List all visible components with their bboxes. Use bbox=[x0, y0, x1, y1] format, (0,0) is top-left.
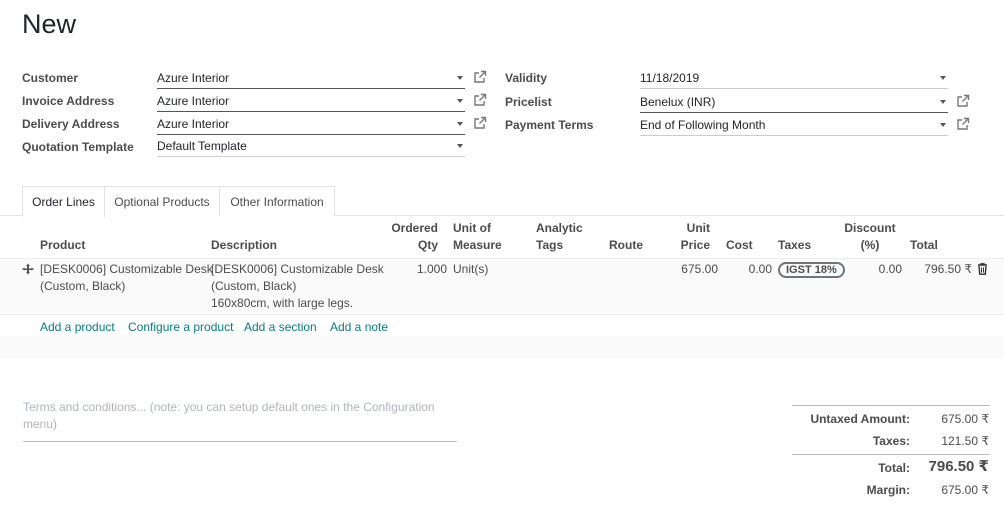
total-label: Total: bbox=[878, 461, 910, 475]
delivery-address-label: Delivery Address bbox=[22, 117, 120, 131]
row-product[interactable]: [DESK0006] Customizable Desk (Custom, Bl… bbox=[40, 261, 213, 295]
col-product[interactable]: Product bbox=[40, 237, 85, 254]
payment-terms-field[interactable]: End of Following Month bbox=[640, 116, 948, 136]
row-description[interactable]: [DESK0006] Customizable Desk (Custom, Bl… bbox=[211, 261, 384, 312]
chevron-down-icon[interactable] bbox=[457, 122, 463, 126]
col-taxes[interactable]: Taxes bbox=[778, 237, 811, 254]
quotation-template-label: Quotation Template bbox=[22, 140, 134, 154]
col-ordered-qty-line1: Ordered bbox=[391, 221, 438, 235]
col-price-line2: Price bbox=[680, 238, 710, 252]
col-unit-of-measure[interactable]: Unit of Measure bbox=[453, 220, 502, 254]
col-discount-line2: (%) bbox=[860, 238, 880, 252]
taxes-label: Taxes: bbox=[872, 434, 910, 448]
row-description-line1: [DESK0006] Customizable Desk bbox=[211, 262, 384, 276]
col-cost[interactable]: Cost bbox=[726, 237, 753, 254]
invoice-address-value: Azure Interior bbox=[157, 94, 230, 108]
row-total: 796.50 ₹ bbox=[924, 262, 972, 276]
drag-handle-icon[interactable] bbox=[22, 263, 34, 275]
col-discount[interactable]: Discount (%) bbox=[838, 220, 902, 254]
pricelist-value: Benelux (INR) bbox=[640, 95, 716, 109]
col-total[interactable]: Total bbox=[910, 237, 938, 254]
terms-placeholder-line1: Terms and conditions... (note: you can s… bbox=[23, 400, 435, 414]
chevron-down-icon[interactable] bbox=[457, 76, 463, 80]
col-unit-price[interactable]: Unit Price bbox=[650, 220, 710, 254]
row-uom[interactable]: Unit(s) bbox=[453, 261, 488, 278]
row-cost[interactable]: 0.00 bbox=[730, 261, 772, 278]
configure-product-link[interactable]: Configure a product bbox=[128, 320, 233, 334]
col-analytic-line1: Analytic bbox=[536, 221, 583, 235]
payment-terms-value: End of Following Month bbox=[640, 118, 766, 132]
delivery-address-field[interactable]: Azure Interior bbox=[157, 115, 465, 135]
invoice-address-label: Invoice Address bbox=[22, 94, 115, 108]
payment-terms-label: Payment Terms bbox=[505, 118, 594, 132]
row-description-line3: 160x80cm, with large legs. bbox=[211, 296, 354, 310]
add-note-link[interactable]: Add a note bbox=[330, 320, 388, 334]
row-product-line2: (Custom, Black) bbox=[40, 279, 126, 293]
chevron-down-icon[interactable] bbox=[457, 99, 463, 103]
terms-and-conditions-input[interactable]: Terms and conditions... (note: you can s… bbox=[23, 399, 457, 442]
row-discount[interactable]: 0.00 bbox=[860, 261, 902, 278]
notebook-tabs: Order Lines Optional Products Other Info… bbox=[0, 186, 1004, 217]
col-ordered-qty-line2: Qty bbox=[417, 238, 438, 252]
page-title: New bbox=[22, 9, 77, 39]
chevron-down-icon[interactable] bbox=[457, 144, 463, 148]
col-uom-line2: Measure bbox=[453, 238, 502, 252]
margin-label: Margin: bbox=[866, 483, 910, 497]
add-section-link[interactable]: Add a section bbox=[244, 320, 317, 334]
validity-field[interactable]: 11/18/2019 bbox=[640, 69, 948, 89]
pricelist-label: Pricelist bbox=[505, 95, 552, 109]
pricelist-field[interactable]: Benelux (INR) bbox=[640, 93, 948, 113]
add-product-link[interactable]: Add a product bbox=[40, 320, 115, 334]
tax-badge[interactable]: IGST 18% bbox=[778, 262, 845, 278]
totals-divider bbox=[792, 454, 990, 455]
validity-label: Validity bbox=[505, 71, 548, 85]
col-price-line1: Unit bbox=[686, 221, 710, 235]
chevron-down-icon[interactable] bbox=[940, 100, 946, 104]
external-link-icon[interactable] bbox=[956, 94, 970, 108]
col-analytic-tags[interactable]: Analytic Tags bbox=[536, 220, 583, 254]
untaxed-amount-label: Untaxed Amount: bbox=[810, 412, 910, 426]
validity-value: 11/18/2019 bbox=[640, 71, 700, 85]
quotation-template-value: Default Template bbox=[157, 139, 247, 153]
tab-optional-products[interactable]: Optional Products bbox=[104, 186, 220, 216]
invoice-address-field[interactable]: Azure Interior bbox=[157, 92, 465, 112]
external-link-icon[interactable] bbox=[473, 70, 487, 84]
table-footer-band bbox=[0, 336, 1004, 358]
customer-field[interactable]: Azure Interior bbox=[157, 69, 465, 89]
external-link-icon[interactable] bbox=[473, 116, 487, 130]
delivery-address-value: Azure Interior bbox=[157, 117, 230, 131]
col-uom-line1: Unit of bbox=[453, 221, 491, 235]
tab-order-lines[interactable]: Order Lines bbox=[22, 186, 105, 217]
customer-value: Azure Interior bbox=[157, 71, 230, 85]
col-route[interactable]: Route bbox=[609, 237, 643, 254]
taxes-value: 121.50 ₹ bbox=[941, 434, 989, 448]
customer-label: Customer bbox=[22, 71, 79, 85]
margin-value: 675.00 ₹ bbox=[941, 483, 989, 497]
chevron-down-icon[interactable] bbox=[940, 123, 946, 127]
col-discount-line1: Discount bbox=[844, 221, 896, 235]
chevron-down-icon[interactable] bbox=[940, 76, 946, 80]
trash-icon[interactable] bbox=[977, 263, 988, 275]
external-link-icon[interactable] bbox=[473, 93, 487, 107]
row-product-line1: [DESK0006] Customizable Desk bbox=[40, 262, 213, 276]
quotation-template-field[interactable]: Default Template bbox=[157, 137, 465, 157]
row-price[interactable]: 675.00 bbox=[660, 261, 718, 278]
totals-top-divider bbox=[792, 405, 990, 406]
tab-other-information[interactable]: Other Information bbox=[219, 186, 335, 216]
row-qty[interactable]: 1.000 bbox=[395, 261, 447, 278]
total-value: 796.50 ₹ bbox=[928, 458, 989, 475]
terms-placeholder-line2: menu) bbox=[23, 417, 58, 431]
col-ordered-qty[interactable]: Ordered Qty bbox=[385, 220, 438, 254]
col-analytic-line2: Tags bbox=[536, 238, 564, 252]
untaxed-amount-value: 675.00 ₹ bbox=[941, 412, 989, 426]
external-link-icon[interactable] bbox=[956, 117, 970, 131]
row-description-line2: (Custom, Black) bbox=[211, 279, 297, 293]
col-description[interactable]: Description bbox=[211, 237, 277, 254]
